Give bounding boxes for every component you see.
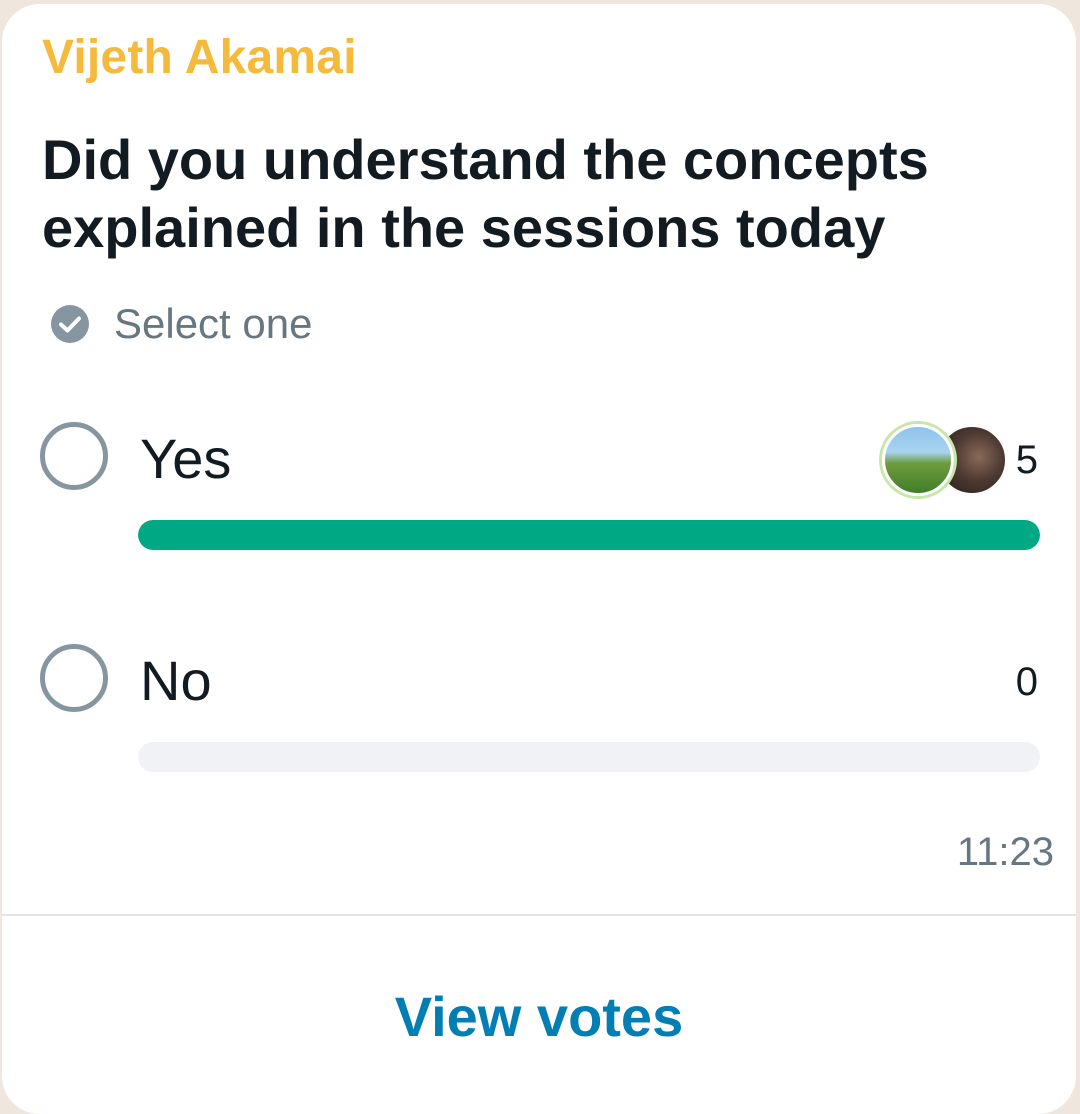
vote-count: 5 [1015,438,1038,482]
option-label: Yes [140,427,232,490]
poll-option-yes[interactable]: Yes 5 [2,422,1076,582]
voter-avatars [880,424,1008,496]
vote-count: 0 [1015,660,1038,704]
view-votes-button[interactable]: View votes [2,916,1076,1114]
poll-message-bubble: Vijeth Akamai Did you understand the con… [2,4,1076,1114]
check-circle-icon [51,305,89,343]
poll-option-no[interactable]: No 0 [2,644,1076,804]
avatar [882,424,954,496]
vote-bar-fill [138,520,1040,550]
poll-question: Did you understand the concepts explaine… [42,128,929,259]
message-timestamp: 11:23 [956,830,1054,874]
sender-name: Vijeth Akamai [42,31,357,84]
poll-hint: Select one [50,300,312,348]
radio-circle-icon[interactable] [40,644,108,712]
vote-bar-track [138,742,1040,772]
option-label: No [140,649,212,712]
radio-circle-icon[interactable] [40,422,108,490]
vote-bar-track [138,520,1040,550]
hint-text: Select one [114,300,313,347]
